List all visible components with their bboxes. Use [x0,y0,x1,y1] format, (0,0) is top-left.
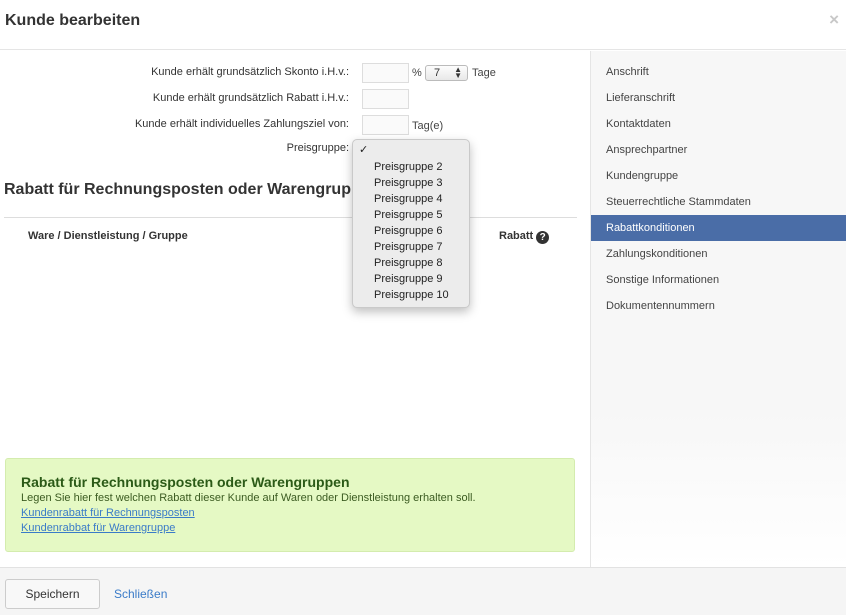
dropdown-option[interactable]: Preisgruppe 5 [374,209,443,221]
info-text: Legen Sie hier fest welchen Rabatt diese… [21,492,476,504]
dropdown-option[interactable]: Preisgruppe 3 [374,177,443,189]
column-header-rabatt-label: Rabatt [499,230,534,242]
skonto-input[interactable] [362,63,409,83]
close-link[interactable]: Schließen [114,587,167,601]
zahlungsziel-input[interactable] [362,115,409,135]
column-header-item: Ware / Dienstleistung / Gruppe [28,230,188,242]
section-title: Rabatt für Rechnungsposten oder Warengru… [4,181,380,198]
dropdown-option[interactable]: Preisgruppe 2 [374,161,443,173]
skonto-days-value: 7 [434,67,441,79]
sidebar: Anschrift Lieferanschrift Kontaktdaten A… [590,51,846,567]
preisgruppe-dropdown[interactable]: ✓ Preisgruppe 2 Preisgruppe 3 Preisgrupp… [352,139,470,308]
sidebar-item-sonstige-informationen[interactable]: Sonstige Informationen [591,267,846,293]
modal-footer: Speichern Schließen [0,567,846,615]
close-icon[interactable]: × [829,10,839,30]
skonto-days-select[interactable]: 7 ▲ ▼ [425,65,468,81]
zahlungsziel-label: Kunde erhält individuelles Zahlungsziel … [134,118,349,130]
zahlungsziel-row: Kunde erhält individuelles Zahlungsziel … [0,115,590,135]
sidebar-item-lieferanschrift[interactable]: Lieferanschrift [591,85,846,111]
info-box: Rabatt für Rechnungsposten oder Warengru… [5,458,575,552]
skonto-days-unit: Tage [472,67,496,79]
main-content: Kunde erhält grundsätzlich Skonto i.H.v.… [0,51,590,567]
divider [4,217,577,218]
skonto-row: Kunde erhält grundsätzlich Skonto i.H.v.… [0,63,590,83]
sidebar-item-kundengruppe[interactable]: Kundengruppe [591,163,846,189]
zahlungsziel-unit: Tag(e) [412,120,444,132]
column-header-rabatt: Rabatt? [499,230,550,244]
modal-header: Kunde bearbeiten × [0,0,846,50]
sidebar-item-steuerrechtliche-stammdaten[interactable]: Steuerrechtliche Stammdaten [591,189,846,215]
sidebar-item-zahlungskonditionen[interactable]: Zahlungskonditionen [591,241,846,267]
dropdown-option[interactable]: Preisgruppe 6 [374,225,443,237]
link-kundenrabatt-warengruppe[interactable]: Kundenrabbat für Warengruppe [21,522,559,534]
checkmark-icon: ✓ [359,144,369,156]
sidebar-item-rabattkonditionen[interactable]: Rabattkonditionen [591,215,846,241]
dropdown-option[interactable]: Preisgruppe 9 [374,273,443,285]
dropdown-option[interactable]: Preisgruppe 7 [374,241,443,253]
sidebar-item-ansprechpartner[interactable]: Ansprechpartner [591,137,846,163]
rabatt-input[interactable] [362,89,409,109]
dropdown-option[interactable]: Preisgruppe 4 [374,193,443,205]
skonto-unit: % [412,67,422,79]
spinner-arrows-icon: ▲ ▼ [454,65,462,80]
modal-title: Kunde bearbeiten [5,12,141,29]
sidebar-item-dokumentennummern[interactable]: Dokumentennummern [591,293,846,319]
preisgruppe-label: Preisgruppe: [286,142,349,154]
link-kundenrabatt-rechnungsposten[interactable]: Kundenrabatt für Rechnungsposten [21,507,559,519]
sidebar-item-kontaktdaten[interactable]: Kontaktdaten [591,111,846,137]
rabatt-row: Kunde erhält grundsätzlich Rabatt i.H.v.… [0,89,590,109]
sidebar-item-anschrift[interactable]: Anschrift [591,59,846,85]
question-circle-icon[interactable]: ? [536,231,550,244]
dropdown-option[interactable]: Preisgruppe 8 [374,257,443,269]
save-button[interactable]: Speichern [5,579,100,609]
skonto-label: Kunde erhält grundsätzlich Skonto i.H.v.… [151,66,349,78]
info-title: Rabatt für Rechnungsposten oder Warengru… [21,474,350,490]
dropdown-option[interactable]: Preisgruppe 10 [374,289,449,301]
preisgruppe-row: Preisgruppe: [0,139,590,159]
rabatt-label: Kunde erhält grundsätzlich Rabatt i.H.v.… [152,92,349,104]
